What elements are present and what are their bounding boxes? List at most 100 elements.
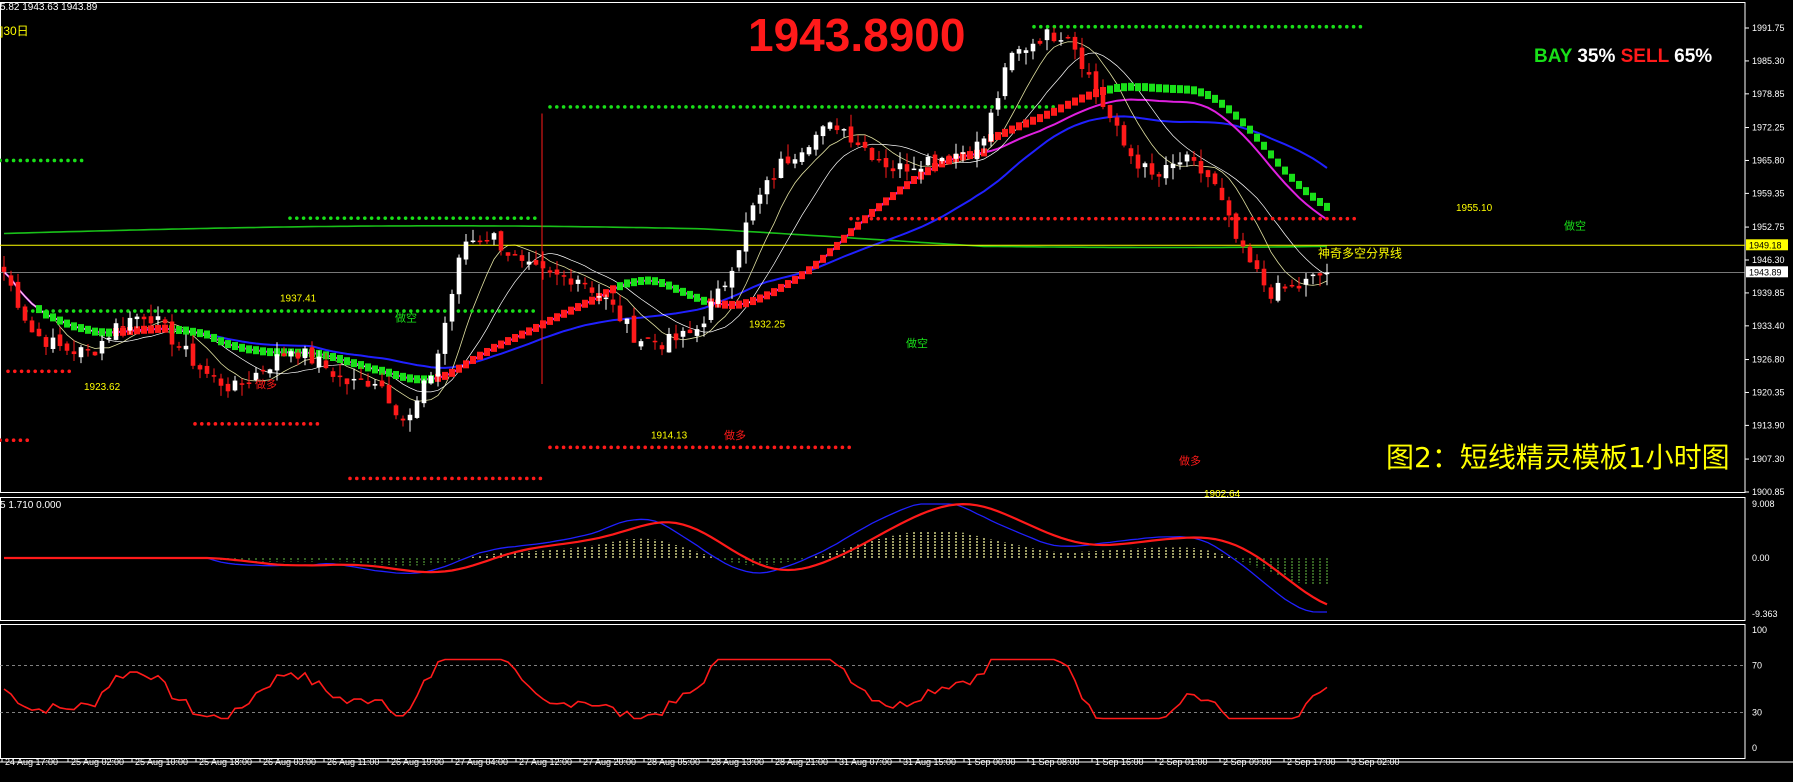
level-dot [854, 105, 858, 109]
ribbon-step [750, 297, 756, 306]
candle-body [1086, 72, 1092, 75]
level-dot [1044, 105, 1049, 109]
level-dot [0, 158, 2, 163]
ribbon-step [85, 325, 91, 334]
ribbon-step [1121, 83, 1127, 92]
candle-body [407, 414, 413, 421]
candle-body [281, 353, 287, 357]
candle-body [715, 288, 721, 304]
candle-body [323, 360, 329, 369]
level-dot [1188, 24, 1193, 29]
level-dot [60, 369, 65, 374]
swing-label: 1937.41 [280, 293, 317, 304]
x-tick-label: 27 Aug 04:00 [455, 757, 508, 767]
level-dot [1087, 216, 1091, 221]
level-dot [526, 216, 530, 220]
level-dot [1358, 24, 1363, 29]
ribbon-step [638, 277, 644, 286]
candle-body [85, 349, 91, 351]
candle-body [1023, 50, 1029, 53]
x-tick-label: 27 Aug 12:00 [519, 757, 572, 767]
ribbon-step [1219, 99, 1225, 108]
level-dot [160, 309, 164, 313]
x-tick-label: 25 Aug 18:00 [199, 757, 252, 767]
ribbon-step [260, 347, 266, 356]
candle-body [526, 261, 532, 265]
candle-body [946, 155, 952, 162]
y-tick-label: 1913.90 [1752, 420, 1785, 430]
level-dot [636, 445, 641, 450]
level-dot [876, 216, 880, 221]
level-dot [40, 369, 44, 374]
level-dot [867, 105, 872, 109]
panel-frame [0, 2, 1746, 493]
level-dot [799, 105, 804, 109]
level-dot [375, 309, 379, 313]
level-dot [589, 445, 593, 450]
level-dot [382, 476, 386, 481]
ribbon-step [694, 293, 700, 302]
ribbon-step [106, 328, 112, 337]
level-dot [437, 216, 442, 220]
candle-body [1142, 163, 1148, 168]
signal-label: 做多 [1179, 453, 1201, 467]
ribbon-step [463, 360, 469, 369]
candle-body [1065, 36, 1071, 39]
level-dot [307, 309, 311, 313]
ribbon-step [701, 296, 707, 305]
candle-body [309, 347, 315, 364]
level-dot [738, 445, 743, 450]
level-dot [944, 216, 948, 221]
candle-body [806, 147, 812, 155]
level-dot [657, 445, 661, 450]
level-dot [443, 309, 447, 313]
level-dot [335, 216, 340, 220]
candle-body [1128, 148, 1134, 157]
candle-body [743, 222, 749, 252]
level-dot [779, 445, 783, 450]
level-dot [458, 216, 462, 220]
ribbon-step [624, 279, 630, 288]
candle-body [386, 384, 392, 404]
level-dot [575, 445, 579, 450]
level-dot [820, 445, 824, 450]
level-dot [259, 309, 264, 313]
rsi-line [3, 658, 1328, 720]
ribbon-step [43, 310, 49, 319]
candle-body [442, 322, 448, 354]
level-dot [849, 216, 853, 221]
level-dot [930, 216, 935, 221]
ribbon-step [1156, 84, 1162, 93]
candle-body [1058, 40, 1064, 42]
level-dot [1059, 24, 1063, 29]
candle-body [974, 141, 980, 160]
level-dot [525, 476, 529, 481]
candle-body [92, 351, 98, 356]
level-dot [881, 105, 885, 109]
sell-label: SELL [1620, 46, 1669, 67]
level-dot [13, 369, 17, 374]
candle-body [729, 270, 735, 288]
level-dot [517, 309, 522, 313]
level-dot [636, 105, 641, 109]
rsi-tick-label: 30 [1752, 708, 1762, 718]
level-dot [992, 216, 996, 221]
level-dot [1195, 24, 1199, 29]
level-dot [589, 105, 593, 109]
trading-chart: 1991.75 1985.30 1978.85 1972.25 1965.80 1959.… [0, 2, 1793, 767]
ribbon-step [1233, 111, 1239, 120]
level-dot [1162, 216, 1166, 221]
level-dot [568, 105, 573, 109]
level-dot [1032, 216, 1037, 221]
ribbon-step [1303, 187, 1309, 196]
ribbon-step [1086, 91, 1092, 100]
level-dot [180, 309, 185, 313]
candle-body [764, 180, 770, 195]
level-dot [895, 105, 899, 109]
level-dot [492, 216, 496, 220]
level-dot [657, 105, 661, 109]
level-dot [582, 105, 586, 109]
candle-body [722, 285, 728, 288]
level-dot [119, 309, 123, 313]
candle-body [1163, 165, 1169, 179]
